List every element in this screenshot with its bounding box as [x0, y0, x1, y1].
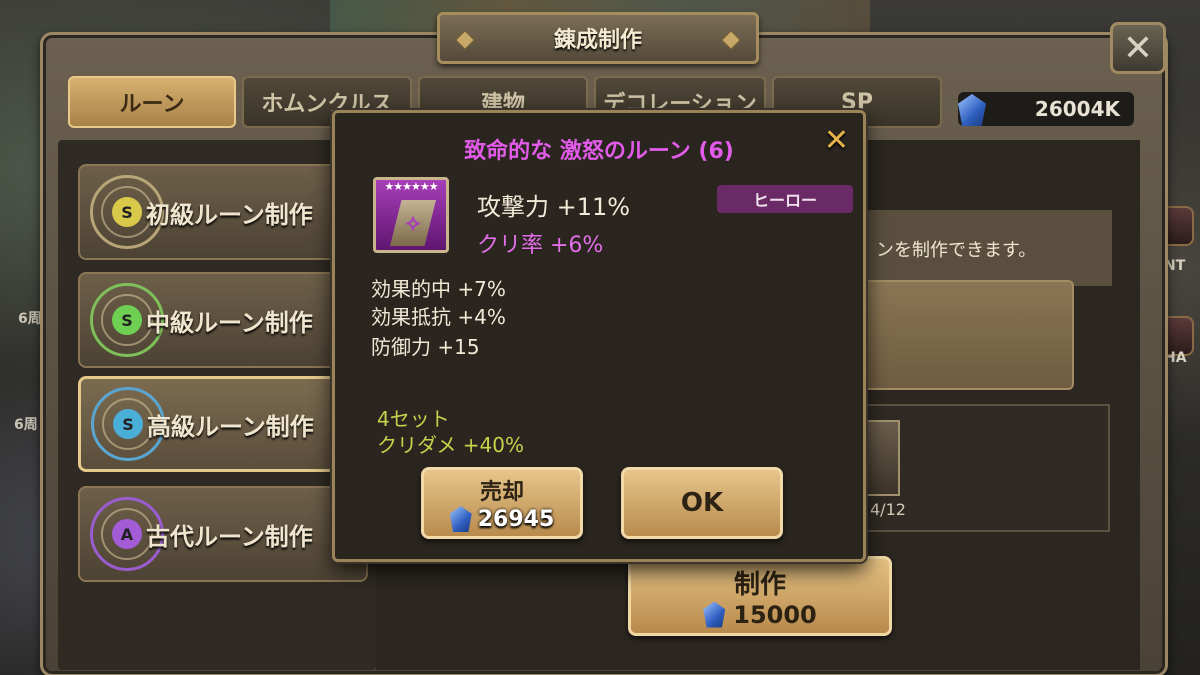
sell-button[interactable]: 売却 26945 [421, 467, 583, 539]
crystal-balance: 26004K [958, 92, 1134, 126]
rune-core-icon: S [112, 305, 142, 335]
crystal-gem-icon [958, 94, 986, 126]
dialog-close-button[interactable]: ✕ [824, 123, 849, 158]
tab-rune[interactable]: ルーン [68, 76, 236, 128]
rune-set-count: 4セット [377, 407, 450, 431]
crystal-amount: 26004K [1034, 97, 1120, 121]
window-title-plate: 錬成制作 [437, 12, 759, 64]
close-icon: ✕ [1122, 27, 1154, 69]
rune-set-bonus: クリダメ +40% [377, 433, 524, 457]
rune-grade-badge: ヒーロー [717, 185, 853, 213]
sell-price: 26945 [449, 506, 555, 532]
side-label-6: 6周 [18, 311, 42, 327]
material-count: 4/12 [870, 500, 906, 519]
crystal-gem-icon [703, 601, 726, 628]
ok-button[interactable]: OK [621, 467, 783, 539]
rune-item-label: 中級ルーン制作 [146, 308, 313, 337]
craft-button[interactable]: 制作 15000 [628, 556, 892, 636]
rune-item-advanced[interactable]: S 高級ルーン制作 [78, 376, 368, 472]
rune-sub-stat: 効果抵抗 +4% [371, 305, 506, 329]
rune-icon: ★★★★★★ ⟡ [373, 177, 449, 253]
rune-result-dialog: 致命的な 激怒のルーン (6) ✕ ★★★★★★ ⟡ 攻撃力 +11% クリ率 … [332, 110, 866, 562]
crystal-gem-icon [449, 506, 472, 532]
craft-cost-amount: 15000 [733, 600, 817, 629]
rune-core-icon: S [112, 197, 142, 227]
rune-item-label: 高級ルーン制作 [147, 412, 314, 441]
rune-item-label: 初級ルーン制作 [146, 200, 313, 229]
rune-sub-stat: 効果的中 +7% [371, 277, 506, 301]
sell-price-amount: 26945 [477, 506, 555, 532]
description-text: ンを制作できます。 [876, 240, 1037, 261]
rune-plate-icon: ⟡ [390, 200, 436, 246]
diamond-ornament-icon [721, 30, 741, 50]
rune-core-icon: S [113, 409, 143, 439]
material-icon[interactable] [864, 420, 900, 496]
rune-preview-slot [860, 280, 1074, 390]
diamond-ornament-icon [455, 30, 475, 50]
sell-button-label: 売却 [479, 480, 524, 505]
craft-cost: 15000 [703, 601, 817, 629]
rage-rune-symbol-icon: ⟡ [405, 210, 421, 236]
craft-button-label: 制作 [733, 569, 786, 600]
rune-name-title: 致命的な 激怒のルーン (6) [464, 139, 734, 164]
rune-item-basic[interactable]: S 初級ルーン制作 [78, 164, 368, 260]
side-label-6b: 6周 [14, 417, 38, 433]
rune-core-icon: A [112, 519, 142, 549]
rune-innate-stat: クリ率 +6% [477, 233, 604, 258]
rune-main-stat: 攻撃力 +11% [477, 193, 631, 221]
rune-stars: ★★★★★★ [384, 180, 438, 193]
ok-button-label: OK [680, 488, 724, 518]
rune-sub-stat: 防御力 +15 [371, 335, 480, 359]
rune-item-intermediate[interactable]: S 中級ルーン制作 [78, 272, 368, 368]
window-title: 錬成制作 [553, 28, 642, 53]
rune-item-ancient[interactable]: A 古代ルーン制作 [78, 486, 368, 582]
rune-item-label: 古代ルーン制作 [146, 522, 313, 551]
window-close-button[interactable]: ✕ [1110, 22, 1166, 74]
